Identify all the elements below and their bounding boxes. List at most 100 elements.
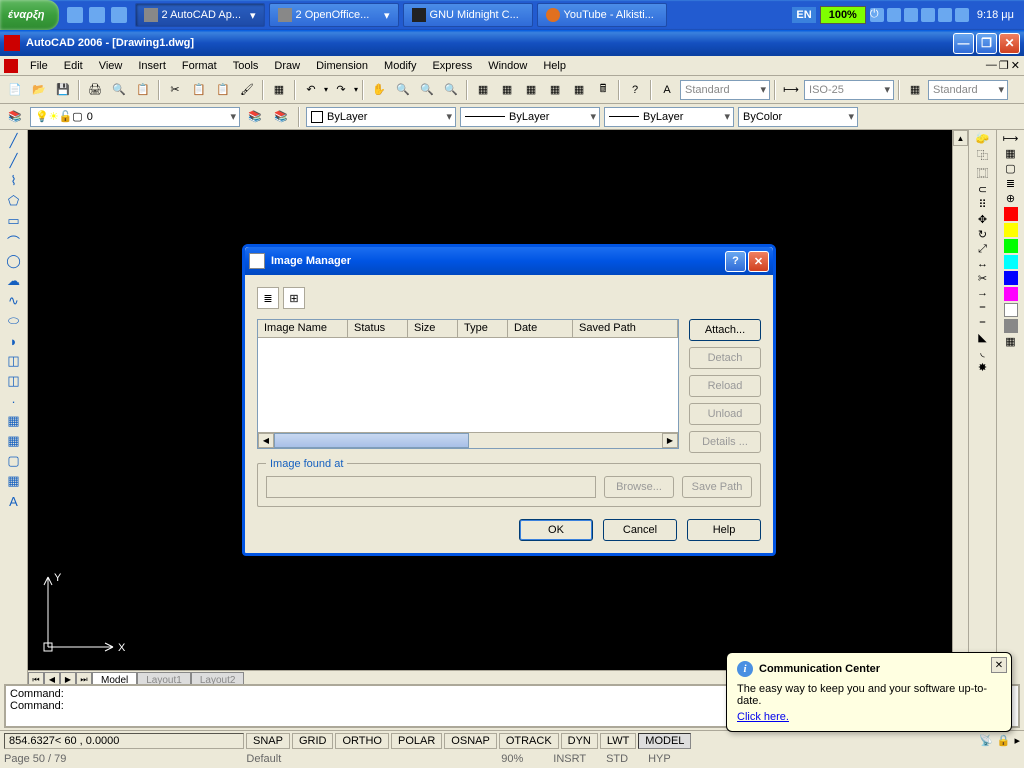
zoom-rt-button[interactable]: 🔍 <box>392 79 414 101</box>
tray-icon[interactable] <box>921 8 935 22</box>
locate-tool[interactable]: ⊕ <box>1006 192 1015 205</box>
tray-arrow-icon[interactable]: ▸ <box>1014 734 1020 747</box>
color-tool[interactable] <box>1004 271 1018 285</box>
osnap-toggle[interactable]: OSNAP <box>444 733 497 749</box>
vertical-scrollbar[interactable]: ▲ ▼ <box>952 130 968 670</box>
menu-modify[interactable]: Modify <box>376 58 424 74</box>
blockeditor-button[interactable]: ▦ <box>268 79 290 101</box>
layer-manager-button[interactable]: 📚 <box>4 106 26 128</box>
layer-select[interactable]: 💡 ☀ 🔓 ▢ 0 <box>30 107 240 127</box>
color-tool[interactable] <box>1004 239 1018 253</box>
mdi-close-icon[interactable]: ✕ <box>1011 59 1020 72</box>
move-tool[interactable]: ✥ <box>978 213 987 226</box>
scroll-right-icon[interactable]: ▶ <box>662 433 678 448</box>
col-size[interactable]: Size <box>408 320 458 337</box>
circle-tool[interactable]: ◯ <box>3 252 25 270</box>
tray-icon[interactable] <box>938 8 952 22</box>
spline-tool[interactable]: ∿ <box>3 292 25 310</box>
battery-indicator[interactable]: 100% <box>820 6 866 24</box>
language-indicator[interactable]: EN <box>792 7 815 23</box>
color-select[interactable]: ByLayer <box>306 107 456 127</box>
textstyle-button[interactable]: A <box>656 79 678 101</box>
layer-prev-button[interactable]: 📚 <box>244 106 266 128</box>
tray-icon[interactable]: ⏻ <box>870 8 884 22</box>
print-button[interactable]: 🖨 <box>84 79 106 101</box>
doc-icon[interactable] <box>4 59 18 73</box>
balloon-link[interactable]: Click here. <box>737 711 789 723</box>
textstyle-select[interactable]: Standard <box>680 80 770 100</box>
balloon-close-button[interactable]: ✕ <box>991 657 1007 673</box>
polar-toggle[interactable]: POLAR <box>391 733 442 749</box>
dist-tool[interactable]: ⟼ <box>1003 132 1019 145</box>
attach-button[interactable]: Attach... <box>689 319 761 341</box>
tablestyle-select[interactable]: Standard <box>928 80 1008 100</box>
menu-edit[interactable]: Edit <box>56 58 91 74</box>
tray-icon[interactable] <box>955 8 969 22</box>
matchprop-button[interactable]: 🖌 <box>236 79 258 101</box>
designcenter-button[interactable]: ▦ <box>496 79 518 101</box>
otrack-toggle[interactable]: OTRACK <box>499 733 559 749</box>
extend-tool[interactable]: → <box>977 287 988 299</box>
lineweight-select[interactable]: ByLayer <box>604 107 734 127</box>
menu-draw[interactable]: Draw <box>266 58 308 74</box>
pan-button[interactable]: ✋ <box>368 79 390 101</box>
taskbar-item-firefox[interactable]: YouTube - Alkisti... <box>537 3 667 27</box>
pline-tool[interactable]: ⌇ <box>3 172 25 190</box>
minimize-button[interactable]: — <box>953 33 974 54</box>
join-tool[interactable]: ⎯ <box>980 316 986 329</box>
menu-file[interactable]: File <box>22 58 56 74</box>
redo-button[interactable]: ↷ <box>330 79 352 101</box>
start-button[interactable]: έναρξη <box>0 0 59 30</box>
area-tool[interactable]: ▦ <box>1005 147 1015 160</box>
chamfer-tool[interactable]: ◣ <box>978 331 986 344</box>
ellipse-tool[interactable]: ⬭ <box>3 312 25 330</box>
markup-button[interactable]: ▦ <box>568 79 590 101</box>
reload-button[interactable]: Reload <box>689 375 761 397</box>
comm-icon[interactable]: 📡 <box>979 734 993 747</box>
line-tool[interactable]: ╱ <box>3 132 25 150</box>
quickcalc-button[interactable]: 🖩 <box>592 79 614 101</box>
help-button[interactable]: ? <box>624 79 646 101</box>
dialog-help-button[interactable]: ? <box>725 251 746 272</box>
fillet-tool[interactable]: ◟ <box>980 346 984 359</box>
erase-tool[interactable]: 🧽 <box>976 132 990 145</box>
block-tool[interactable]: ◫ <box>3 352 25 370</box>
dimstyle-select[interactable]: ISO-25 <box>804 80 894 100</box>
zoom-window-button[interactable]: 🔍 <box>440 79 462 101</box>
rectangle-tool[interactable]: ▭ <box>3 212 25 230</box>
rotate-tool[interactable]: ↻ <box>978 228 987 241</box>
list-tool[interactable]: ≣ <box>1006 177 1015 190</box>
stretch-tool[interactable]: ↔ <box>977 258 988 270</box>
mdi-minimize-icon[interactable]: — <box>986 59 997 72</box>
dialog-close-button[interactable]: ✕ <box>748 251 769 272</box>
offset-tool[interactable]: ⊂ <box>978 183 987 196</box>
clock[interactable]: 9:18 μμ <box>973 9 1018 21</box>
lock-icon[interactable]: 🔒 <box>997 734 1011 747</box>
taskbar-item-autocad[interactable]: 2 AutoCAD Ap...▾ <box>135 3 265 27</box>
point-tool[interactable]: · <box>3 392 25 410</box>
mdi-restore-icon[interactable]: ❐ <box>999 59 1009 72</box>
mtext-tool[interactable]: A <box>3 492 25 510</box>
lwt-toggle[interactable]: LWT <box>600 733 636 749</box>
unload-button[interactable]: Unload <box>689 403 761 425</box>
menu-tools[interactable]: Tools <box>225 58 267 74</box>
ortho-toggle[interactable]: ORTHO <box>335 733 389 749</box>
plotstyle-select[interactable]: ByColor <box>738 107 858 127</box>
ql-icon[interactable] <box>111 7 127 23</box>
list-hscroll[interactable]: ◀ ▶ <box>258 432 678 448</box>
image-list[interactable]: Image Name Status Size Type Date Saved P… <box>257 319 679 449</box>
redo-dropdown-icon[interactable]: ▾ <box>354 85 358 94</box>
sheetset-button[interactable]: ▦ <box>544 79 566 101</box>
menu-window[interactable]: Window <box>480 58 535 74</box>
menu-help[interactable]: Help <box>535 58 574 74</box>
region-tool[interactable]: ▢ <box>3 452 25 470</box>
col-type[interactable]: Type <box>458 320 508 337</box>
preview-button[interactable]: 🔍 <box>108 79 130 101</box>
menu-view[interactable]: View <box>91 58 131 74</box>
grid-toggle[interactable]: GRID <box>292 733 334 749</box>
details-button[interactable]: Details ... <box>689 431 761 453</box>
table-tool[interactable]: ▦ <box>3 472 25 490</box>
found-path-input[interactable] <box>266 476 596 498</box>
col-savedpath[interactable]: Saved Path <box>573 320 678 337</box>
paste-button[interactable]: 📋 <box>212 79 234 101</box>
